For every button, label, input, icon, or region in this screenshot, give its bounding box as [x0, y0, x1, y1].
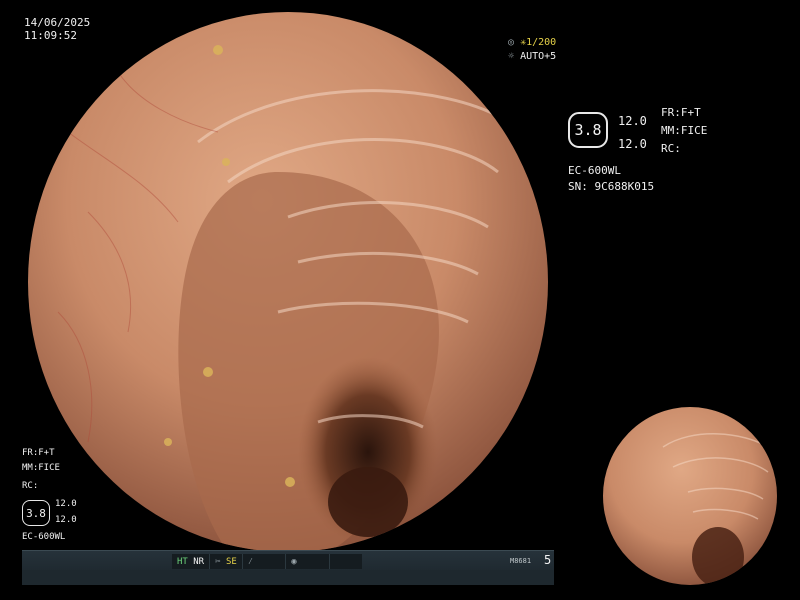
time-label: 11:09:52 [24, 29, 77, 42]
shutter-icon: ◎ [508, 37, 515, 48]
record-indicator: ◉ [286, 554, 330, 569]
endoscope-pip-view [603, 407, 777, 585]
bottom-fr-label: FR:F+T [22, 448, 55, 458]
bottom-rc-label: RC: [22, 481, 39, 491]
zoom-badge: 3.8 [568, 112, 608, 148]
nr-label: NR [193, 556, 205, 567]
bottom-mm-label: MM:FICE [22, 463, 60, 473]
scope-model: EC-600WL [568, 164, 621, 177]
record-icon: ◉ [291, 556, 297, 567]
bottom-scope-model: EC-600WL [22, 532, 66, 542]
auto-icon: ☼ [508, 51, 515, 62]
auto-value: AUTO+5 [520, 51, 557, 62]
slash-icon: ⁄ [247, 556, 254, 567]
right-mm-label: MM:FICE [661, 124, 708, 137]
image-counter: 5 [544, 553, 552, 567]
date-label: 14/06/2025 [24, 16, 91, 29]
bottom-value-1: 12.0 [55, 499, 77, 509]
scope-serial: SN: 9C688K015 [568, 180, 655, 193]
shutter-row: ◎ ✳1/200 [508, 36, 556, 50]
right-value-1: 12.0 [618, 114, 647, 128]
slash-indicator: ⁄ [243, 554, 287, 569]
se-label: SE [225, 556, 237, 567]
right-value-2: 12.0 [618, 137, 647, 151]
bottom-zoom-badge: 3.8 [22, 500, 50, 526]
shutter-value: 1/200 [526, 37, 557, 48]
endoscope-main-view [28, 12, 548, 552]
datetime-display: 14/06/2025 11:09:52 [24, 16, 90, 42]
right-fr-label: FR:F+T [661, 106, 701, 119]
ht-label: HT [177, 556, 188, 567]
status-indicators: HT NR ✂ SE ⁄ ◉ [172, 554, 362, 569]
status-bar-lower [22, 570, 554, 585]
right-rc-label: RC: [661, 142, 681, 155]
status-bar: HT NR ✂ SE ⁄ ◉ M8681 5 [22, 550, 554, 585]
auto-row: ☼ AUTO+5 [508, 50, 556, 64]
session-code: M8681 [510, 557, 532, 565]
ht-nr-indicator: HT NR [172, 554, 211, 569]
exposure-indicator: ◎ ✳1/200 ☼ AUTO+5 [508, 36, 556, 64]
scissors-icon: ✂ [215, 556, 221, 567]
se-indicator: ✂ SE [210, 554, 243, 569]
bottom-value-2: 12.0 [55, 515, 77, 525]
